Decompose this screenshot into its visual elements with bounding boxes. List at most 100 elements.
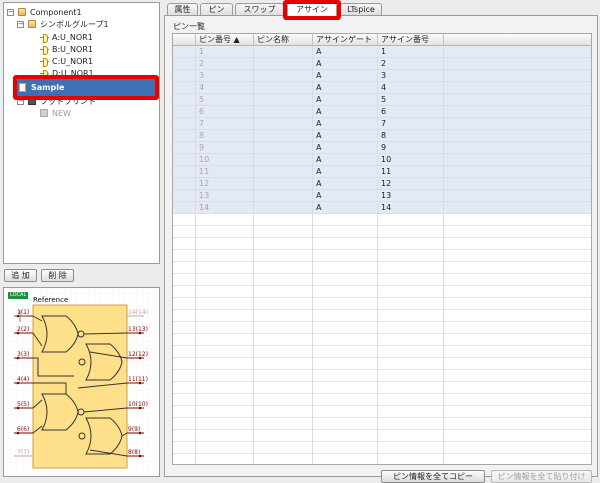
empty-cell[interactable] bbox=[313, 238, 378, 250]
copy-all-pin-info-button[interactable]: ピン情報を全てコピー bbox=[381, 470, 485, 483]
empty-cell[interactable] bbox=[378, 454, 444, 464]
empty-table-row[interactable] bbox=[173, 370, 591, 382]
assign-gate-cell[interactable]: A bbox=[313, 46, 378, 58]
collapse-icon[interactable]: − bbox=[7, 8, 14, 16]
empty-table-row[interactable] bbox=[173, 262, 591, 274]
empty-cell[interactable] bbox=[196, 418, 254, 430]
assign-gate-cell[interactable]: A bbox=[313, 202, 378, 214]
empty-cell[interactable] bbox=[313, 322, 378, 334]
empty-table-row[interactable] bbox=[173, 382, 591, 394]
empty-cell[interactable] bbox=[254, 286, 313, 298]
table-row[interactable]: 8A8 bbox=[173, 130, 591, 142]
assign-gate-cell[interactable]: A bbox=[313, 154, 378, 166]
assign-gate-cell[interactable]: A bbox=[313, 142, 378, 154]
empty-cell[interactable] bbox=[313, 310, 378, 322]
tree-item-new[interactable]: NEW bbox=[40, 107, 71, 119]
empty-cell[interactable] bbox=[196, 322, 254, 334]
assign-gate-cell[interactable]: A bbox=[313, 106, 378, 118]
empty-table-row[interactable] bbox=[173, 238, 591, 250]
tree-item-gate-a[interactable]: A:U_NOR1 bbox=[40, 31, 93, 43]
empty-cell[interactable] bbox=[196, 238, 254, 250]
empty-cell[interactable] bbox=[313, 226, 378, 238]
pin-number-cell[interactable]: 2 bbox=[196, 58, 254, 70]
pin-name-cell[interactable] bbox=[254, 130, 313, 142]
empty-cell[interactable] bbox=[196, 442, 254, 454]
table-row[interactable]: 7A7 bbox=[173, 118, 591, 130]
collapse-icon[interactable]: − bbox=[17, 20, 24, 28]
empty-cell[interactable] bbox=[378, 418, 444, 430]
column-header-pin-name[interactable]: ピン名称 bbox=[254, 34, 313, 46]
pin-name-cell[interactable] bbox=[254, 190, 313, 202]
tree-item-symbol-group[interactable]: − シンボルグループ1 bbox=[17, 18, 109, 30]
empty-cell[interactable] bbox=[254, 406, 313, 418]
empty-cell[interactable] bbox=[254, 238, 313, 250]
empty-table-row[interactable] bbox=[173, 250, 591, 262]
table-row[interactable]: 11 A 11 bbox=[173, 166, 591, 178]
empty-table-row[interactable] bbox=[173, 298, 591, 310]
delete-button[interactable]: 削 除 bbox=[41, 269, 74, 282]
pin-name-cell[interactable] bbox=[254, 142, 313, 154]
empty-cell[interactable] bbox=[313, 346, 378, 358]
assign-number-cell[interactable]: 4 bbox=[378, 82, 444, 94]
empty-cell[interactable] bbox=[378, 370, 444, 382]
assign-gate-cell[interactable]: A bbox=[313, 118, 378, 130]
empty-cell[interactable] bbox=[196, 394, 254, 406]
empty-cell[interactable] bbox=[196, 358, 254, 370]
empty-cell[interactable] bbox=[313, 430, 378, 442]
assign-number-cell[interactable]: 6 bbox=[378, 106, 444, 118]
empty-cell[interactable] bbox=[378, 346, 444, 358]
empty-cell[interactable] bbox=[378, 286, 444, 298]
empty-cell[interactable] bbox=[313, 334, 378, 346]
empty-cell[interactable] bbox=[313, 250, 378, 262]
empty-table-row[interactable] bbox=[173, 406, 591, 418]
assign-number-cell[interactable]: 1 bbox=[378, 46, 444, 58]
empty-cell[interactable] bbox=[378, 298, 444, 310]
empty-table-row[interactable] bbox=[173, 214, 591, 226]
empty-cell[interactable] bbox=[254, 394, 313, 406]
empty-cell[interactable] bbox=[313, 382, 378, 394]
add-button[interactable]: 追 加 bbox=[4, 269, 37, 282]
empty-cell[interactable] bbox=[254, 334, 313, 346]
empty-cell[interactable] bbox=[378, 430, 444, 442]
assign-number-cell[interactable]: 2 bbox=[378, 58, 444, 70]
pin-name-cell[interactable] bbox=[254, 166, 313, 178]
empty-table-row[interactable] bbox=[173, 442, 591, 454]
assign-number-cell[interactable]: 8 bbox=[378, 130, 444, 142]
empty-cell[interactable] bbox=[254, 418, 313, 430]
empty-cell[interactable] bbox=[313, 406, 378, 418]
empty-table-row[interactable] bbox=[173, 346, 591, 358]
table-row[interactable]: 3A3 bbox=[173, 70, 591, 82]
empty-cell[interactable] bbox=[196, 226, 254, 238]
empty-cell[interactable] bbox=[254, 442, 313, 454]
empty-cell[interactable] bbox=[196, 370, 254, 382]
pin-table[interactable]: ピン番号 ▲ ピン名称 アサインゲート アサイン番号 1A12A23A34A45… bbox=[172, 33, 592, 465]
empty-cell[interactable] bbox=[313, 370, 378, 382]
empty-cell[interactable] bbox=[378, 442, 444, 454]
table-row[interactable]: 14 A 14 bbox=[173, 202, 591, 214]
empty-table-row[interactable] bbox=[173, 454, 591, 464]
assign-number-cell[interactable]: 10 bbox=[378, 154, 444, 166]
assign-gate-cell[interactable]: A bbox=[313, 178, 378, 190]
assign-gate-cell[interactable]: A bbox=[313, 58, 378, 70]
pin-name-cell[interactable] bbox=[254, 70, 313, 82]
pin-name-cell[interactable] bbox=[254, 178, 313, 190]
empty-table-row[interactable] bbox=[173, 226, 591, 238]
assign-number-cell[interactable]: 13 bbox=[378, 190, 444, 202]
table-row[interactable]: 13 A 13 bbox=[173, 190, 591, 202]
empty-table-row[interactable] bbox=[173, 358, 591, 370]
empty-cell[interactable] bbox=[254, 322, 313, 334]
empty-table-row[interactable] bbox=[173, 274, 591, 286]
empty-cell[interactable] bbox=[313, 454, 378, 464]
assign-number-cell[interactable]: 14 bbox=[378, 202, 444, 214]
column-header-pin-number[interactable]: ピン番号 ▲ bbox=[196, 34, 254, 46]
empty-cell[interactable] bbox=[313, 358, 378, 370]
paste-all-pin-info-button[interactable]: ピン情報を全て貼り付け bbox=[491, 470, 592, 483]
table-row[interactable]: 9A9 bbox=[173, 142, 591, 154]
empty-cell[interactable] bbox=[378, 226, 444, 238]
assign-number-cell[interactable]: 5 bbox=[378, 94, 444, 106]
tree-item-gate-b[interactable]: B:U_NOR1 bbox=[40, 43, 93, 55]
table-row[interactable]: 10 A 10 bbox=[173, 154, 591, 166]
empty-table-row[interactable] bbox=[173, 430, 591, 442]
pin-number-cell[interactable]: 14 bbox=[196, 202, 254, 214]
empty-cell[interactable] bbox=[196, 430, 254, 442]
